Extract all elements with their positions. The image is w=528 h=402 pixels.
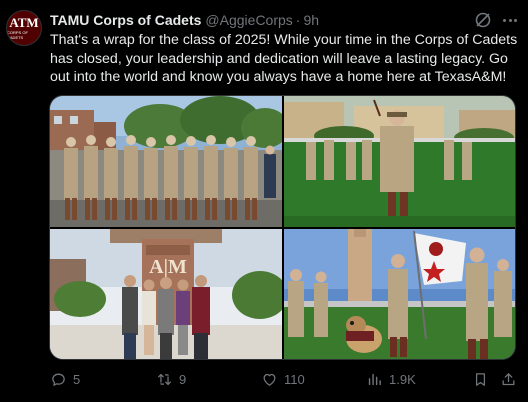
- view-count: 1.9K: [389, 371, 416, 387]
- avatar[interactable]: ATM CORPS OF CADETS: [6, 10, 42, 46]
- tweet-header: TAMU Corps of Cadets @AggieCorps · 9h: [50, 11, 488, 29]
- photo-cadets-march-field[interactable]: [284, 96, 516, 227]
- like-count: 110: [284, 371, 305, 387]
- user-handle[interactable]: @AggieCorps: [205, 12, 292, 28]
- share-button[interactable]: [500, 368, 523, 390]
- separator-dot: ·: [295, 12, 301, 28]
- timestamp[interactable]: 9h: [303, 12, 319, 28]
- more-icon[interactable]: [500, 11, 520, 29]
- reply-button[interactable]: 5: [50, 368, 80, 390]
- avatar-logo-subtitle: CORPS OF CADETS: [7, 30, 28, 40]
- photo-cadets-line-up[interactable]: [50, 96, 282, 227]
- repost-count: 9: [179, 371, 187, 387]
- like-button[interactable]: 110: [261, 368, 305, 390]
- grok-icon[interactable]: [474, 11, 492, 29]
- avatar-logo-mark: ATM: [9, 15, 39, 30]
- views-icon: [368, 373, 381, 385]
- like-icon: [263, 373, 276, 386]
- tweet-actions: 5 9 110 1.9K: [50, 368, 518, 390]
- photo-family-at-aggie-ring-sign[interactable]: A|M: [50, 229, 282, 360]
- bookmark-button[interactable]: [472, 368, 495, 390]
- reply-count: 5: [73, 371, 81, 387]
- photo-cadets-with-flag-and-mascot[interactable]: [284, 229, 516, 360]
- tweet[interactable]: ATM CORPS OF CADETS TAMU Corps of Cadets…: [0, 0, 528, 402]
- share-icon: [502, 372, 515, 385]
- views-button[interactable]: 1.9K: [366, 368, 416, 390]
- media-grid[interactable]: A|M: [49, 95, 516, 360]
- bookmark-icon: [475, 372, 486, 386]
- repost-icon: [158, 373, 171, 385]
- reply-icon: [52, 373, 65, 386]
- tweet-text: That's a wrap for the class of 2025! Whi…: [50, 32, 518, 85]
- display-name[interactable]: TAMU Corps of Cadets: [50, 12, 201, 28]
- repost-button[interactable]: 9: [156, 368, 186, 390]
- aggie-ring-sign-text: A|M: [149, 256, 187, 278]
